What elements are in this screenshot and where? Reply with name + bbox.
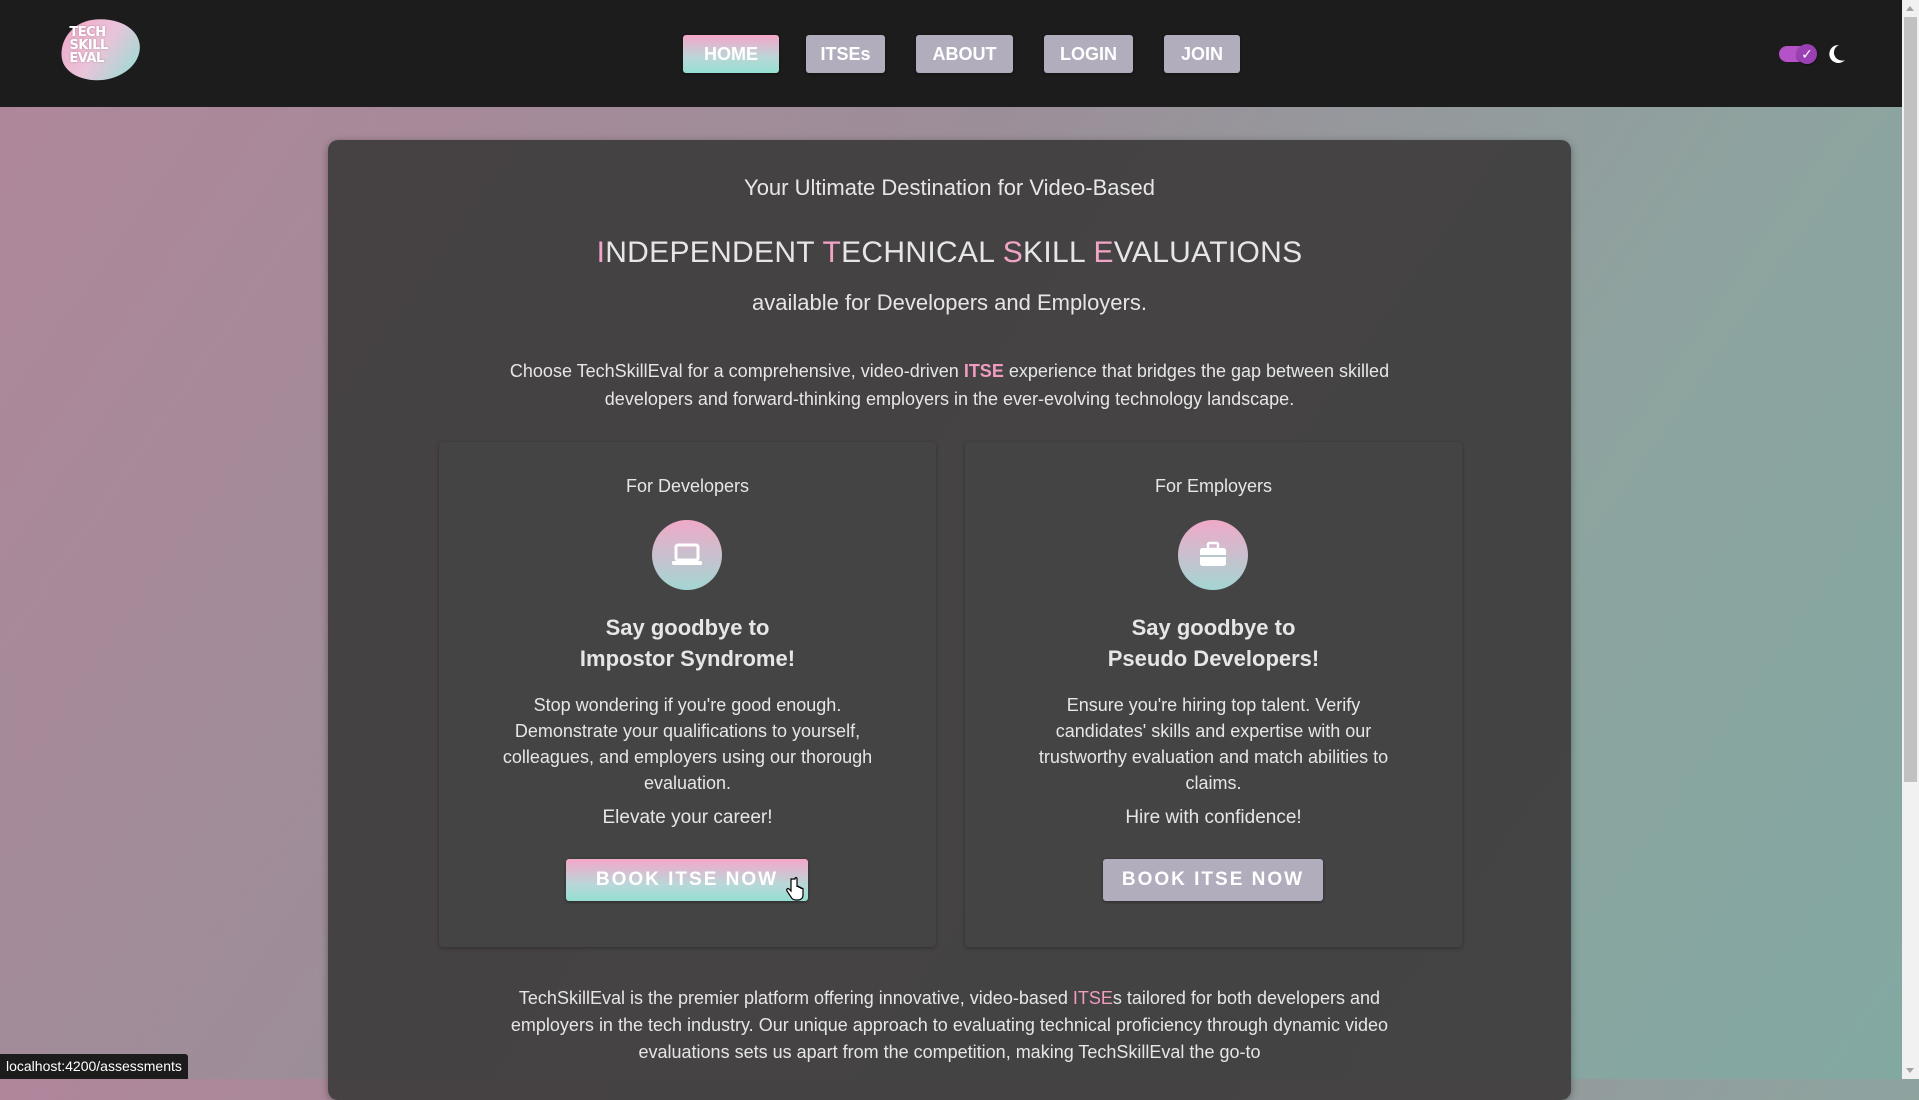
nav-join-button[interactable]: JOIN xyxy=(1164,35,1240,73)
hero-intro: Choose TechSkillEval for a comprehensive… xyxy=(478,357,1421,413)
intro-itse-highlight: ITSE xyxy=(963,361,1004,381)
developers-card-label: For Developers xyxy=(625,476,750,496)
developers-book-itse-button[interactable]: BOOK ITSE NOW xyxy=(566,859,808,901)
employers-card-cta: Hire with confidence! xyxy=(1125,807,1302,828)
check-icon: ✓ xyxy=(1797,44,1817,64)
employers-card-label: For Employers xyxy=(1154,476,1273,496)
status-bar-url: localhost:4200/assessments xyxy=(0,1054,188,1079)
headline-word-independent: NDEPENDENT xyxy=(605,236,823,269)
developers-card-description: Stop wondering if you're good enough. De… xyxy=(502,695,873,793)
developers-card-title: Say goodbye to Impostor Syndrome! xyxy=(439,612,936,674)
techskilleval-logo[interactable]: TECH SKILL EVAL xyxy=(57,13,144,86)
intro-text-start: Choose TechSkillEval for a comprehensive… xyxy=(509,361,964,381)
logo-text: TECH SKILL EVAL xyxy=(69,24,108,66)
briefcase-icon xyxy=(1178,520,1248,590)
headline-letter-e: E xyxy=(1093,236,1114,269)
hero-headline: INDEPENDENT TECHNICAL SKILL EVALUATIONS xyxy=(328,236,1571,270)
employers-card-description: Ensure you're hiring top talent. Verify … xyxy=(1038,695,1389,793)
developers-card: For Developers Say goodbye to Impostor S… xyxy=(439,442,936,947)
nav-home-button[interactable]: HOME xyxy=(683,35,779,73)
employers-title-line1: Say goodbye to xyxy=(1131,615,1296,640)
nav-about-button[interactable]: ABOUT xyxy=(916,35,1013,73)
moon-icon xyxy=(1829,44,1845,63)
scroll-up-arrow-icon[interactable] xyxy=(1906,6,1914,11)
hero-panel: Your Ultimate Destination for Video-Base… xyxy=(328,140,1571,1100)
laptop-icon xyxy=(652,520,722,590)
developers-card-cta: Elevate your career! xyxy=(602,807,773,828)
hero-subline: available for Developers and Employers. xyxy=(752,290,1147,315)
headline-letter-i: I xyxy=(596,236,606,269)
headline-letter-t: T xyxy=(822,236,842,269)
headline-word-evaluations: VALUATIONS xyxy=(1113,236,1303,269)
developers-title-line2: Impostor Syndrome! xyxy=(579,646,796,671)
headline-letter-s: S xyxy=(1002,236,1024,269)
employers-title-line2: Pseudo Developers! xyxy=(1107,646,1320,671)
employers-card-title: Say goodbye to Pseudo Developers! xyxy=(965,612,1462,674)
nav-itses-button[interactable]: ITSEs xyxy=(806,35,885,73)
headline-word-technical: ECHNICAL xyxy=(841,236,1003,269)
platform-description: TechSkillEval is the premier platform of… xyxy=(488,985,1411,1066)
top-navbar: TECH SKILL EVAL HOME ITSEs ABOUT LOGIN J… xyxy=(0,0,1919,107)
page-scrollbar[interactable] xyxy=(1902,0,1919,1079)
employers-card: For Employers Say goodbye to Pseudo Deve… xyxy=(965,442,1462,947)
hero-tagline: Your Ultimate Destination for Video-Base… xyxy=(744,175,1155,200)
employers-book-itse-button[interactable]: BOOK ITSE NOW xyxy=(1103,859,1323,901)
headline-word-skill: KILL xyxy=(1023,236,1094,269)
scroll-down-arrow-icon[interactable] xyxy=(1906,1068,1914,1073)
developers-title-line1: Say goodbye to xyxy=(605,615,770,640)
nav-login-button[interactable]: LOGIN xyxy=(1044,35,1133,73)
outro-itse-highlight: ITSE xyxy=(1072,988,1113,1008)
outro-text-start: TechSkillEval is the premier platform of… xyxy=(518,988,1073,1008)
dark-mode-toggle[interactable]: ✓ xyxy=(1779,44,1817,64)
scrollbar-thumb[interactable] xyxy=(1904,17,1917,782)
hand-cursor-icon xyxy=(786,877,804,901)
